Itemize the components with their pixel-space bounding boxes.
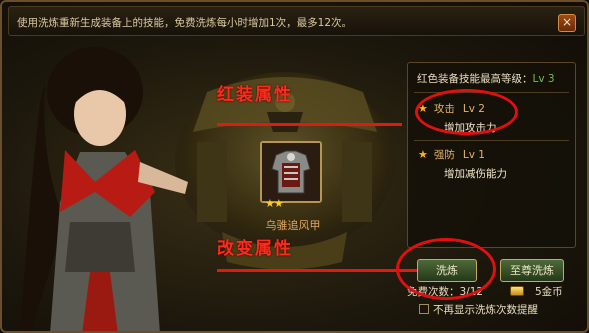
- hint-text: 使用洗炼重新生成装备上的技能，免费洗炼每小时增加1次，最多12次。: [17, 17, 353, 29]
- skill-level: Lv 1: [462, 149, 485, 161]
- skill-row-2[interactable]: ★ 强防 Lv 1: [418, 147, 485, 162]
- divider: [414, 140, 569, 141]
- panel-title: 红色装备技能最高等级：Lv 3: [417, 71, 555, 86]
- annotation-red-equip: 红装属性: [217, 85, 293, 105]
- annotation-underline-bottom: [217, 269, 422, 272]
- skill-desc: 增加减伤能力: [444, 168, 507, 180]
- hint-bar: 使用洗炼重新生成装备上的技能，免费洗炼每小时增加1次，最多12次。 ×: [8, 6, 585, 36]
- panel-title-label: 红色装备技能最高等级：: [417, 73, 533, 85]
- annotation-underline-top: [217, 123, 402, 126]
- refine-cost: 5金币: [535, 286, 563, 298]
- item-stars: ★★: [265, 197, 284, 210]
- gold-coin-icon: [510, 286, 524, 296]
- skill-name: 强防: [433, 149, 455, 161]
- star-icon: ★: [418, 148, 428, 161]
- character-portrait: [20, 47, 188, 331]
- close-button[interactable]: ×: [558, 14, 576, 32]
- no-show-checkbox[interactable]: [419, 304, 429, 314]
- highlight-circle-button: [396, 238, 496, 300]
- skills-panel: 红色装备技能最高等级：Lv 3 ★ 攻击 Lv 2 增加攻击力 ★ 强防 Lv 1 增加…: [407, 62, 576, 248]
- equipment-slot[interactable]: [260, 141, 322, 203]
- annotation-change: 改变属性: [217, 239, 293, 259]
- refine-dialog: 使用洗炼重新生成装备上的技能，免费洗炼每小时增加1次，最多12次。 × 红装属性…: [0, 0, 589, 333]
- armor-icon: [262, 143, 320, 201]
- premium-refine-button[interactable]: 至尊洗炼: [500, 259, 564, 282]
- highlight-circle-skill: [415, 89, 518, 135]
- no-show-label: 不再显示洗炼次数提醒: [433, 304, 538, 316]
- max-level: Lv 3: [532, 73, 555, 85]
- item-name: 乌骓追风甲: [265, 219, 321, 232]
